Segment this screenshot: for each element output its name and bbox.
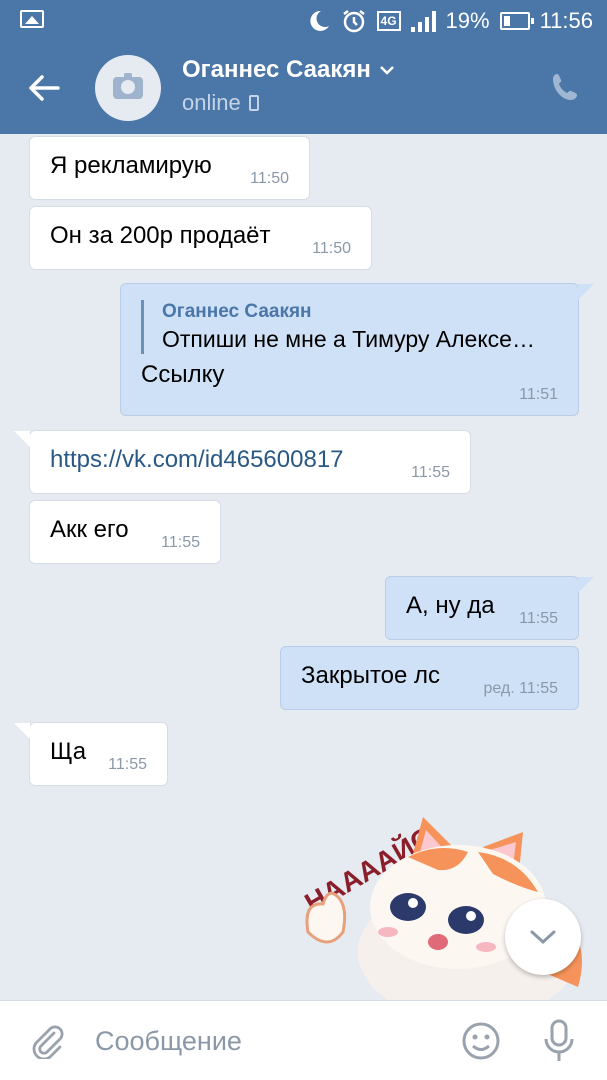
chevron-down-icon: [530, 930, 556, 945]
message-text: Ссылку: [141, 361, 225, 388]
contact-name-text: Оганнес Саакян: [182, 56, 371, 83]
clock: 11:56: [539, 8, 593, 33]
message-time: 11:55: [411, 464, 450, 481]
mobile-icon: [248, 95, 259, 111]
phone-icon[interactable]: [548, 70, 584, 106]
message-input[interactable]: [95, 1021, 435, 1061]
message-incoming[interactable]: Я рекламирую 11:50: [29, 136, 310, 200]
message-time: 11:55: [108, 756, 147, 773]
message-incoming[interactable]: https://vk.com/id465600817 11:55: [14, 430, 471, 494]
alarm-icon: [342, 10, 365, 33]
message-time: 11:50: [250, 170, 289, 187]
message-incoming[interactable]: Ща 11:55: [14, 722, 168, 786]
battery-percent: 19%: [445, 8, 490, 33]
mic-icon[interactable]: [541, 1017, 577, 1065]
battery-charging-icon: [499, 12, 534, 30]
chevron-down-icon: [380, 66, 394, 75]
message-time: 11:51: [519, 386, 558, 403]
contact-status: online: [182, 90, 259, 116]
smile-icon[interactable]: [461, 1021, 501, 1061]
message-link[interactable]: https://vk.com/id465600817: [50, 446, 344, 473]
message-time: ред. 11:55: [483, 680, 558, 697]
message-outgoing[interactable]: Оганнес Саакян Отпиши не мне а Тимуру Ал…: [120, 283, 594, 416]
moon-icon: [309, 10, 329, 31]
scroll-down-button[interactable]: [505, 899, 581, 975]
message-composer: [0, 1000, 607, 1080]
message-outgoing[interactable]: А, ну да 11:55: [385, 576, 594, 640]
contact-name[interactable]: Оганнес Саакян: [182, 56, 395, 84]
message-text: Я рекламирую: [50, 152, 212, 179]
avatar[interactable]: [95, 55, 161, 121]
message-time: 11:50: [312, 240, 351, 257]
image-icon: [20, 10, 44, 28]
camera-icon: [113, 73, 143, 99]
online-status: online: [182, 90, 241, 115]
attach-icon[interactable]: [28, 1023, 64, 1059]
signal-icon: [410, 10, 436, 32]
reply-quote[interactable]: Оганнес Саакян Отпиши не мне а Тимуру Ал…: [141, 300, 560, 354]
message-time: 11:55: [519, 610, 558, 627]
message-outgoing[interactable]: Закрытое лс ред. 11:55: [280, 646, 579, 710]
message-incoming[interactable]: Акк его 11:55: [29, 500, 221, 564]
message-text: Закрытое лс: [301, 662, 441, 689]
network-type: 4G: [376, 11, 401, 31]
message-time: 11:55: [161, 534, 200, 551]
message-text: Он за 200р продаёт: [50, 222, 271, 249]
reply-author: Оганнес Саакян: [162, 301, 312, 322]
message-text: Акк его: [50, 516, 129, 543]
status-bar: 4G 19% 11:56: [0, 0, 607, 42]
back-arrow-icon[interactable]: [24, 68, 64, 108]
reply-text: Отпиши не мне а Тимуру Алексе…: [162, 326, 535, 352]
message-text: Ща: [50, 738, 87, 765]
message-incoming[interactable]: Он за 200р продаёт 11:50: [29, 206, 372, 270]
chat-header: Оганнес Саакян online: [0, 42, 607, 134]
message-text: А, ну да: [406, 592, 495, 619]
